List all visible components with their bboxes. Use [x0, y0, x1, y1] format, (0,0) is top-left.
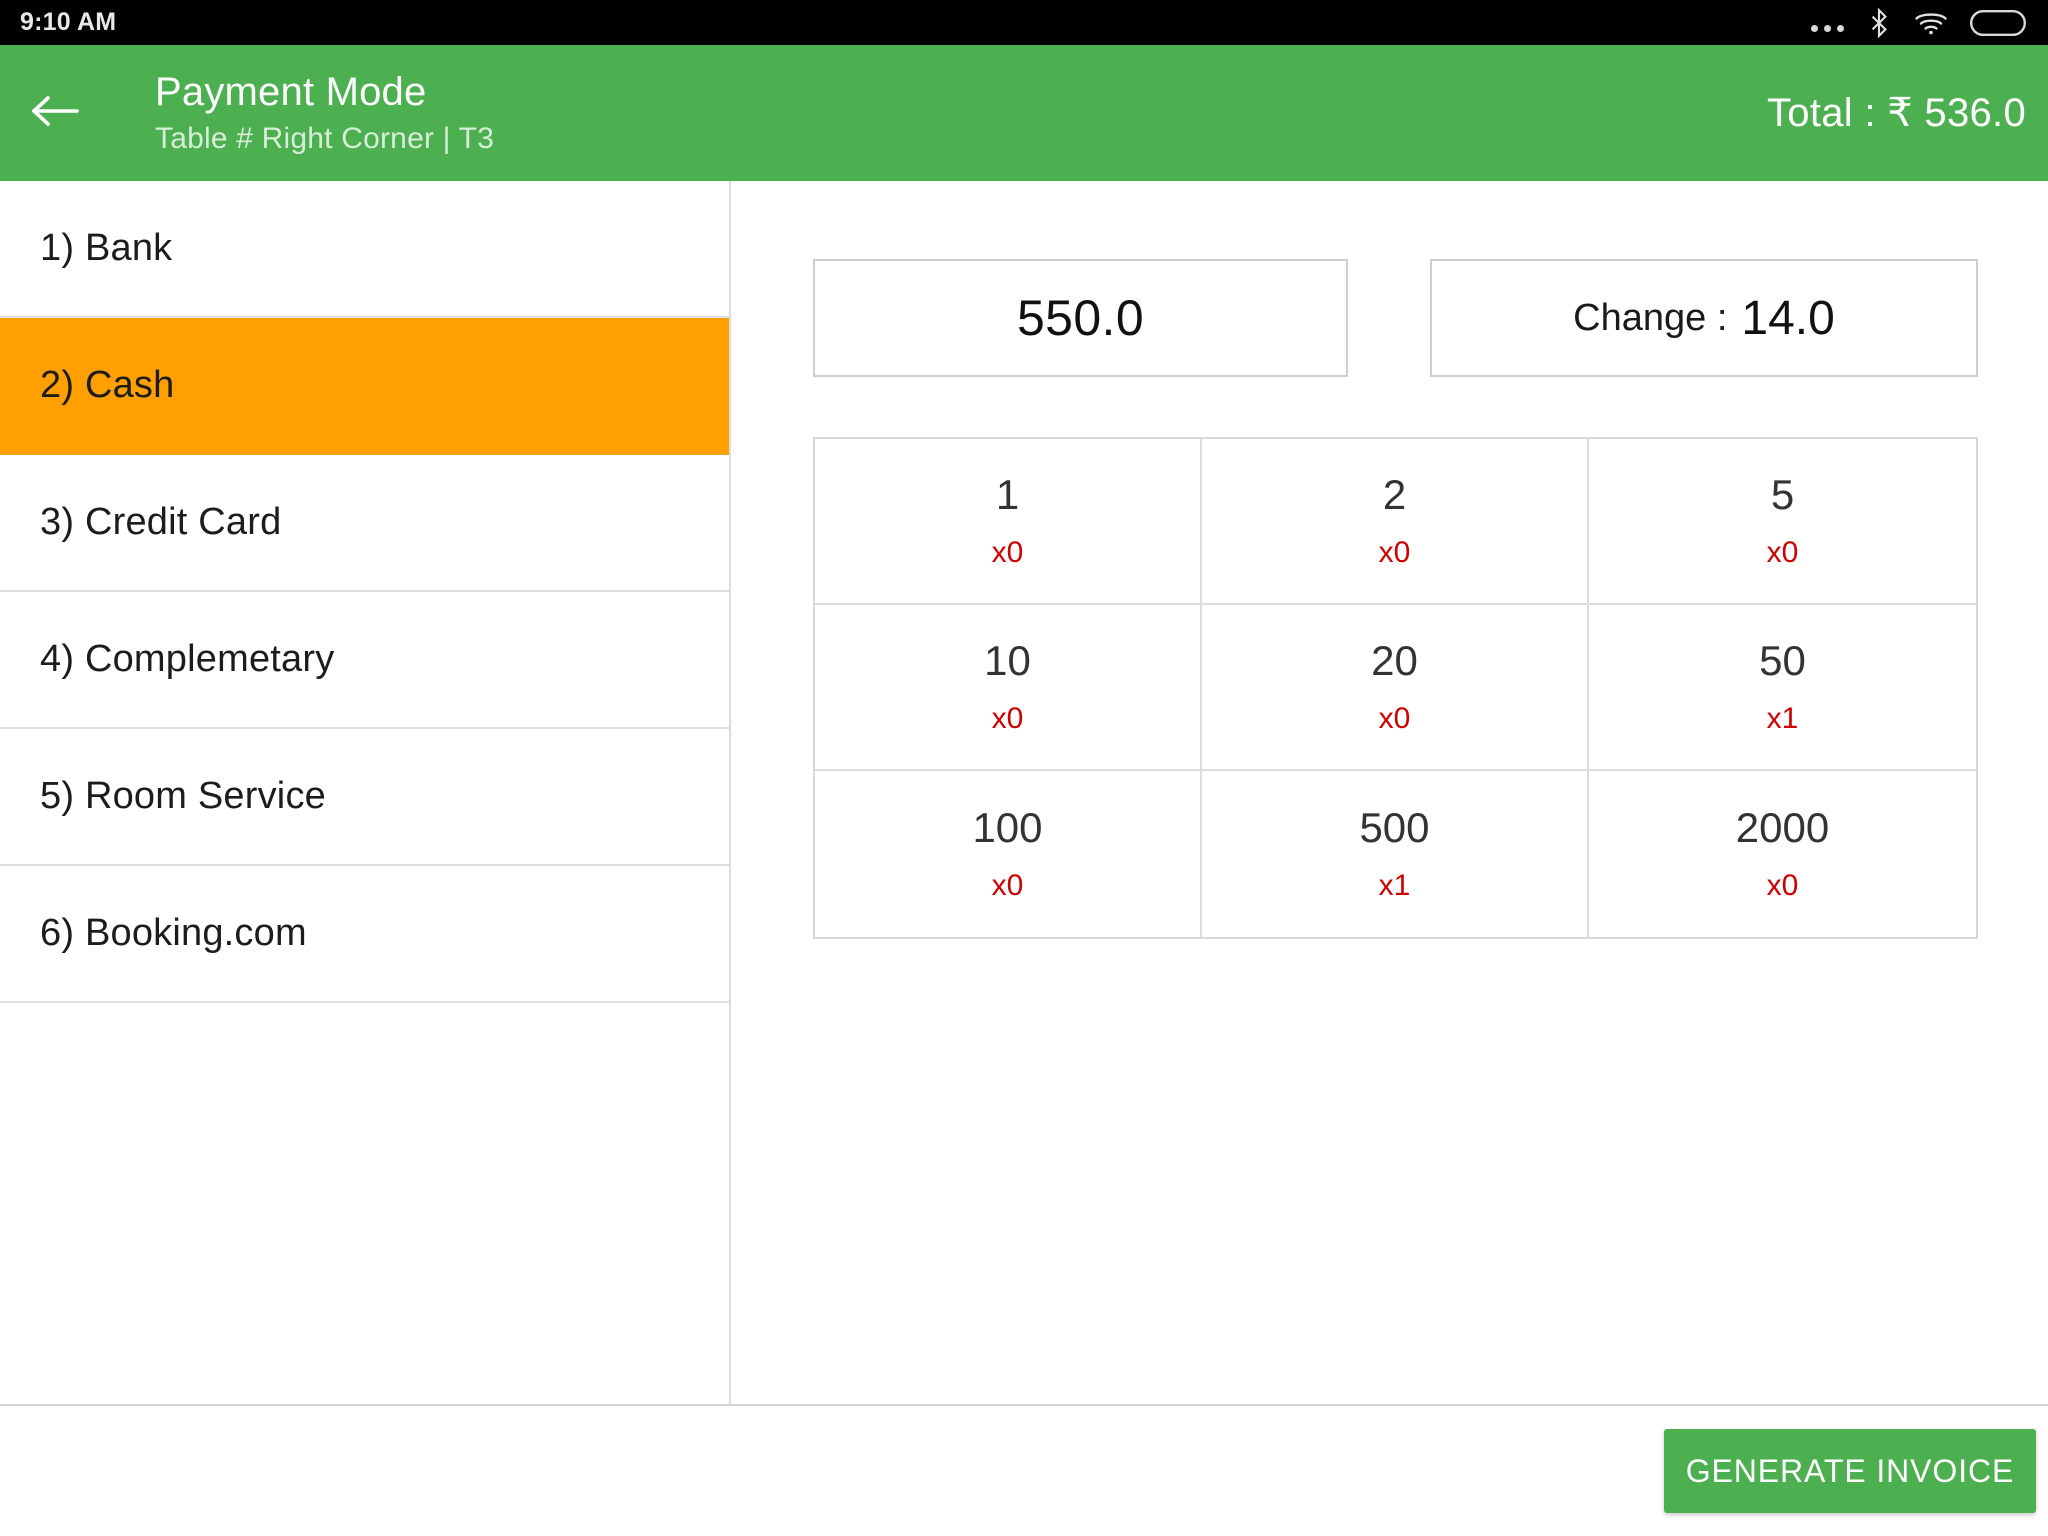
denomination-cell-2[interactable]: 2 x0: [1202, 439, 1589, 605]
back-button[interactable]: [0, 45, 110, 181]
denomination-value: 20: [1371, 637, 1418, 684]
denomination-value: 100: [972, 804, 1043, 851]
denomination-value: 2000: [1735, 804, 1830, 851]
denomination-cell-10[interactable]: 10 x0: [815, 605, 1202, 771]
denomination-count: x1: [1766, 702, 1799, 735]
denomination-cell-20[interactable]: 20 x0: [1202, 605, 1589, 771]
denomination-value: 10: [984, 637, 1031, 684]
payment-mode-item-bank[interactable]: 1) Bank: [0, 181, 729, 318]
status-bar-icons: [1811, 7, 2026, 38]
payment-mode-label: 1) Bank: [40, 227, 173, 269]
denomination-count: x0: [1378, 702, 1411, 735]
denomination-value: 5: [1770, 471, 1795, 518]
payment-mode-list: 1) Bank 2) Cash 3) Credit Card 4) Comple…: [0, 181, 731, 1404]
denomination-grid: 1 x0 2 x0 5 x0 10 x0 20 x0 50 x1 100 x0 …: [813, 437, 1978, 939]
denomination-cell-500[interactable]: 500 x1: [1202, 771, 1589, 937]
payment-mode-item-cash[interactable]: 2) Cash: [0, 318, 729, 455]
denomination-cell-2000[interactable]: 2000 x0: [1589, 771, 1976, 937]
denomination-cell-50[interactable]: 50 x1: [1589, 605, 1976, 771]
order-total: Total : ₹ 536.0: [1767, 91, 2026, 135]
payment-mode-label: 3) Credit Card: [40, 501, 282, 543]
app-bar: Payment Mode Table # Right Corner | T3 T…: [0, 45, 2048, 181]
amount-input[interactable]: 550.0: [813, 259, 1348, 377]
denomination-count: x0: [991, 702, 1024, 735]
content-area: 1) Bank 2) Cash 3) Credit Card 4) Comple…: [0, 181, 2048, 1404]
payment-mode-label: 5) Room Service: [40, 775, 326, 817]
denomination-cell-5[interactable]: 5 x0: [1589, 439, 1976, 605]
payment-mode-label: 4) Complemetary: [40, 638, 335, 680]
payment-mode-item-credit-card[interactable]: 3) Credit Card: [0, 455, 729, 592]
page-title: Payment Mode: [155, 69, 427, 114]
denomination-cell-100[interactable]: 100 x0: [815, 771, 1202, 937]
denomination-count: x1: [1378, 869, 1411, 902]
payment-mode-item-booking-com[interactable]: 6) Booking.com: [0, 866, 729, 1003]
payment-mode-label: 6) Booking.com: [40, 912, 307, 954]
bluetooth-icon: [1866, 7, 1892, 38]
app-bar-titles: Payment Mode Table # Right Corner | T3: [110, 69, 494, 158]
payment-mode-item-complemetary[interactable]: 4) Complemetary: [0, 592, 729, 729]
denomination-count: x0: [1378, 536, 1411, 569]
generate-invoice-button[interactable]: GENERATE INVOICE: [1664, 1429, 2036, 1513]
denomination-value: 1: [995, 471, 1020, 518]
denomination-value: 2: [1382, 471, 1407, 518]
more-dots-icon: [1811, 10, 1844, 36]
denomination-count: x0: [1766, 869, 1799, 902]
denomination-value: 50: [1759, 637, 1806, 684]
wifi-icon: [1914, 10, 1948, 36]
cash-payment-panel: 550.0 Change : 14.0 1 x0 2 x0 5 x0 10 x0…: [733, 181, 2048, 1404]
back-arrow-icon: [29, 91, 81, 136]
denomination-value: 500: [1359, 804, 1430, 851]
change-value: 14.0: [1741, 291, 1835, 345]
payment-mode-item-room-service[interactable]: 5) Room Service: [0, 729, 729, 866]
change-label: Change :: [1573, 296, 1728, 339]
denomination-count: x0: [1766, 536, 1799, 569]
denomination-count: x0: [991, 536, 1024, 569]
amount-row: 550.0 Change : 14.0: [813, 259, 1978, 377]
change-display: Change : 14.0: [1430, 259, 1978, 377]
battery-icon: [1970, 9, 2026, 36]
amount-value: 550.0: [1016, 290, 1145, 346]
status-bar: 9:10 AM: [0, 0, 2048, 45]
payment-mode-label: 2) Cash: [40, 364, 175, 406]
denomination-count: x0: [991, 869, 1024, 902]
page-subtitle: Table # Right Corner | T3: [155, 121, 495, 155]
status-bar-clock: 9:10 AM: [20, 8, 117, 36]
denomination-cell-1[interactable]: 1 x0: [815, 439, 1202, 605]
payment-mode-screen: 9:10 AM Payment Mode Table # Right Corne…: [0, 0, 2048, 1536]
